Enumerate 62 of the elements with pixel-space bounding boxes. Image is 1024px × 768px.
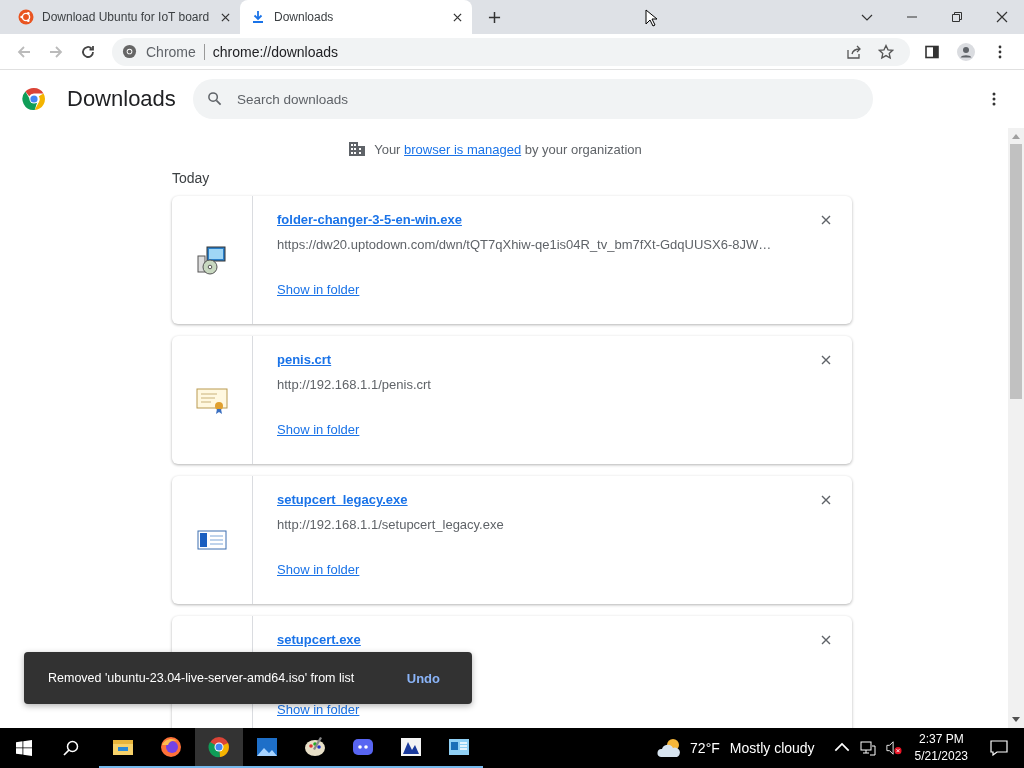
close-icon[interactable] xyxy=(821,214,831,225)
chrome-logo xyxy=(22,87,46,111)
page-title: Downloads xyxy=(67,86,177,112)
profile-icon[interactable] xyxy=(956,41,976,62)
building-icon xyxy=(348,141,367,157)
toast-message: Removed 'ubuntu-23.04-live-server-amd64.iso' from list xyxy=(48,671,356,685)
managed-notice: Your browser is managed by your organization xyxy=(374,141,642,157)
close-icon[interactable] xyxy=(221,12,230,22)
address-bar[interactable]: Chrome chrome://downloads xyxy=(112,37,910,66)
download-icon xyxy=(250,9,266,25)
scrollbar-thumb[interactable] xyxy=(1010,144,1022,399)
new-tab-icon[interactable] xyxy=(488,11,501,24)
close-icon[interactable] xyxy=(821,494,831,505)
date-heading: Today xyxy=(172,170,211,188)
file-name-link[interactable]: setupcert.exe xyxy=(277,632,361,647)
chrome-icon xyxy=(122,44,137,59)
cursor-icon xyxy=(645,9,657,27)
browser-tab[interactable]: Download Ubuntu for IoT board xyxy=(8,0,240,34)
search-icon xyxy=(207,91,222,106)
reload-icon[interactable] xyxy=(80,43,96,60)
network-icon[interactable] xyxy=(859,740,876,756)
chrome-icon xyxy=(207,735,231,759)
close-icon[interactable] xyxy=(453,12,462,22)
search-field[interactable]: Search downloads xyxy=(193,79,873,119)
show-in-folder-link[interactable]: Show in folder xyxy=(277,282,360,297)
clock-time[interactable]: 2:37 PM xyxy=(918,731,964,748)
taskbar-button[interactable] xyxy=(195,728,243,768)
palette-icon xyxy=(303,735,327,759)
photos-icon xyxy=(255,735,279,759)
managed-link[interactable]: browser is managed xyxy=(404,141,522,157)
side-panel-icon[interactable] xyxy=(924,43,940,60)
show-in-folder-link[interactable]: Show in folder xyxy=(277,422,360,437)
ubuntu-icon xyxy=(18,9,34,25)
notification-icon[interactable] xyxy=(990,740,1008,756)
close-icon[interactable] xyxy=(821,354,831,365)
search-icon[interactable] xyxy=(63,740,79,756)
image-viewer-icon xyxy=(399,735,423,759)
weather-condition[interactable]: Mostly cloudy xyxy=(729,740,815,756)
restore-icon[interactable] xyxy=(951,11,963,23)
file-name-link[interactable]: setupcert_legacy.exe xyxy=(277,492,408,507)
file-url: http://192.168.1.1/setupcert_legacy.exe xyxy=(277,517,505,534)
weather-temperature[interactable]: 72°F xyxy=(690,740,720,756)
share-icon[interactable] xyxy=(846,43,862,60)
clock-date[interactable]: 5/21/2023 xyxy=(914,748,968,765)
show-in-folder-link[interactable]: Show in folder xyxy=(277,562,360,577)
undo-button[interactable]: Undo xyxy=(398,666,448,690)
star-icon[interactable] xyxy=(878,43,894,60)
close-icon[interactable] xyxy=(821,634,831,645)
scroll-down-icon[interactable] xyxy=(1012,717,1020,723)
muted-speaker-icon[interactable] xyxy=(885,740,902,756)
file-name-link[interactable]: penis.crt xyxy=(277,352,332,367)
file-name-link[interactable]: folder-changer-3-5-en-win.exe xyxy=(277,212,462,227)
windows-start-icon[interactable] xyxy=(16,740,32,756)
installer-icon xyxy=(196,244,228,276)
site-label: Chrome xyxy=(146,43,196,60)
close-icon[interactable] xyxy=(996,11,1008,23)
file-url: https://dw20.uptodown.com/dwn/tQT7qXhiw-qe1is04R_tv_bm7fXt-GdqUUSX6-8JW… xyxy=(277,237,773,254)
browser-tab[interactable]: Downloads xyxy=(240,0,472,34)
file-url: http://192.168.1.1/penis.crt xyxy=(277,377,432,394)
show-in-folder-link[interactable]: Show in folder xyxy=(277,702,360,717)
firefox-icon xyxy=(159,735,183,759)
url-text: chrome://downloads xyxy=(212,43,340,60)
